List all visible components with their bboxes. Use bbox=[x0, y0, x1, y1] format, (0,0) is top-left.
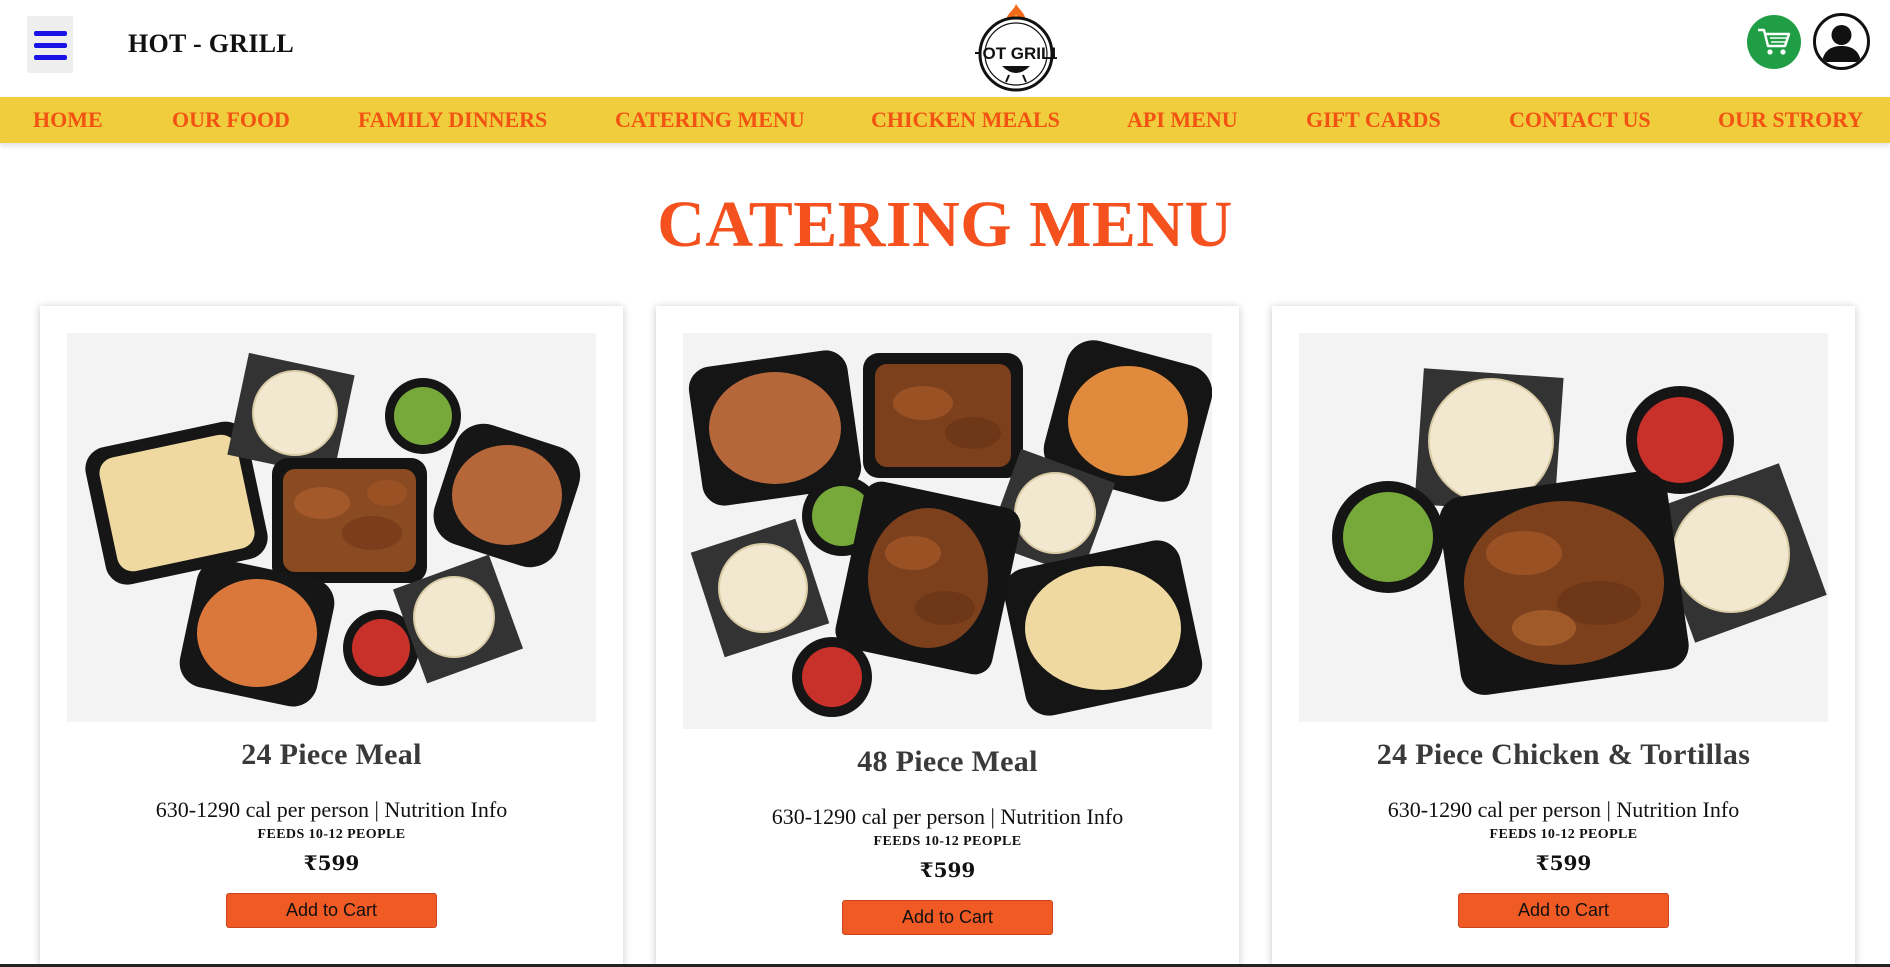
menu-bar bbox=[34, 31, 67, 36]
hamburger-menu-icon[interactable] bbox=[27, 16, 73, 73]
card-title: 24 Piece Meal bbox=[241, 738, 422, 771]
nav-item-chicken-meals[interactable]: CHICKEN MEALS bbox=[871, 107, 1060, 133]
card-title: 24 Piece Chicken & Tortillas bbox=[1376, 738, 1751, 771]
nav-item-gift-cards[interactable]: GIFT CARDS bbox=[1306, 107, 1441, 133]
food-image[interactable] bbox=[1299, 333, 1828, 722]
nav-item-home[interactable]: HOME bbox=[33, 107, 103, 133]
card-calories: 630-1290 cal per person | Nutrition Info bbox=[771, 804, 1124, 829]
nav-item-api-menu[interactable]: API MENU bbox=[1127, 107, 1238, 133]
add-to-cart-button[interactable]: Add to Cart bbox=[226, 893, 437, 928]
card-calories: 630-1290 cal per person | Nutrition Info bbox=[155, 797, 508, 822]
card-feeds: FEEDS 10-12 PEOPLE bbox=[1489, 827, 1638, 842]
nav-item-our-food[interactable]: OUR FOOD bbox=[172, 107, 290, 133]
nav-item-catering-menu[interactable]: CATERING MENU bbox=[615, 107, 805, 133]
menu-bar bbox=[34, 43, 67, 48]
card-calories: 630-1290 cal per person | Nutrition Info bbox=[1387, 797, 1740, 822]
site-header: HOT - GRILL HOT GRILL bbox=[0, 0, 1890, 97]
card-price: ₹599 bbox=[1535, 851, 1592, 875]
card-price: ₹599 bbox=[919, 858, 976, 882]
card-price: ₹599 bbox=[303, 851, 360, 875]
nav-item-family-dinners[interactable]: FAMILY DINNERS bbox=[358, 107, 547, 133]
logo-text: HOT GRILL bbox=[975, 44, 1057, 63]
nav-item-contact-us[interactable]: CONTACT US bbox=[1509, 107, 1651, 133]
card-title: 48 Piece Meal bbox=[857, 745, 1038, 778]
add-to-cart-button[interactable]: Add to Cart bbox=[1458, 893, 1669, 928]
menu-card: 24 Piece Chicken & Tortillas 630-1290 ca… bbox=[1272, 306, 1855, 966]
shopping-cart-icon[interactable] bbox=[1747, 15, 1801, 69]
food-image[interactable] bbox=[67, 333, 596, 722]
menu-card: 24 Piece Meal 630-1290 cal per person | … bbox=[40, 306, 623, 966]
card-feeds: FEEDS 10-12 PEOPLE bbox=[873, 834, 1022, 849]
main-navigation: HOME OUR FOOD FAMILY DINNERS CATERING ME… bbox=[0, 97, 1890, 143]
user-account-icon[interactable] bbox=[1813, 13, 1870, 70]
page-title: CATERING MENU bbox=[657, 188, 1233, 261]
card-feeds: FEEDS 10-12 PEOPLE bbox=[257, 827, 406, 842]
nav-item-our-story[interactable]: OUR STRORY bbox=[1718, 107, 1863, 133]
food-image[interactable] bbox=[683, 333, 1212, 729]
add-to-cart-button[interactable]: Add to Cart bbox=[842, 900, 1053, 935]
menu-bar bbox=[34, 55, 67, 60]
menu-card: 48 Piece Meal 630-1290 cal per person | … bbox=[656, 306, 1239, 966]
brand-name: HOT - GRILL bbox=[128, 29, 295, 58]
hot-grill-logo[interactable]: HOT GRILL bbox=[975, 2, 1057, 92]
